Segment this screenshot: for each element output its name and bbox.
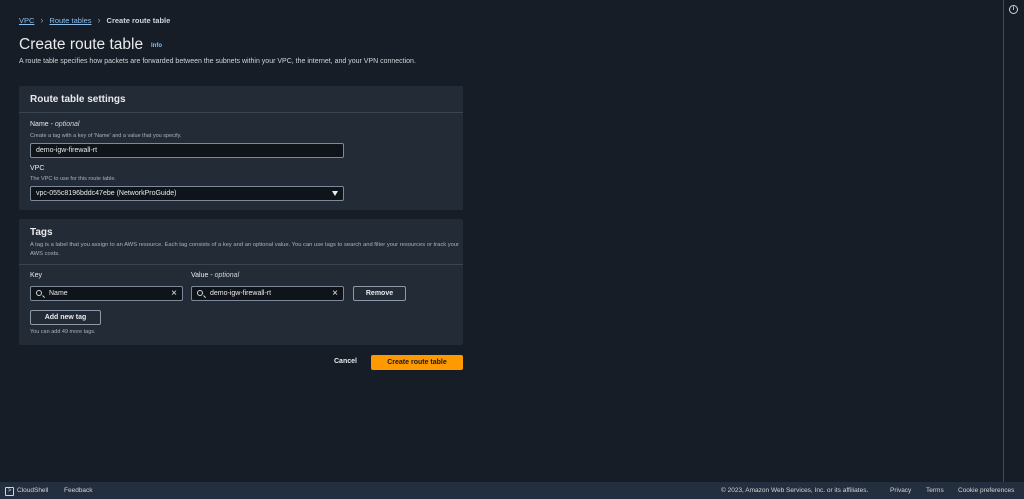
breadcrumb-current: Create route table bbox=[106, 15, 171, 25]
breadcrumb-route-tables[interactable]: Route tables bbox=[49, 16, 91, 25]
tag-limit-hint: You can add 49 more tags. bbox=[30, 329, 96, 335]
feedback-link[interactable]: Feedback bbox=[64, 487, 93, 494]
breadcrumb-vpc[interactable]: VPC bbox=[19, 16, 34, 25]
tag-key-input[interactable]: Name × bbox=[30, 286, 183, 301]
value-label-text: Value - bbox=[191, 272, 215, 279]
console-footer: > CloudShell Feedback © 2023, Amazon Web… bbox=[0, 482, 1024, 499]
name-label: Name - optional bbox=[30, 121, 79, 128]
vpc-hint: The VPC to use for this route table. bbox=[30, 176, 116, 182]
name-hint: Create a tag with a key of 'Name' and a … bbox=[30, 133, 182, 139]
panel-header: Tags A tag is a label that you assign to… bbox=[19, 219, 463, 265]
cookie-preferences-link[interactable]: Cookie preferences bbox=[958, 487, 1014, 494]
chevron-right-icon: › bbox=[40, 15, 44, 25]
page-title: Create route table bbox=[19, 36, 144, 53]
breadcrumb: VPC › Route tables › Create route table bbox=[19, 15, 170, 25]
terms-link[interactable]: Terms bbox=[926, 487, 944, 494]
route-table-settings-panel: Route table settings Name - optional Cre… bbox=[19, 86, 463, 210]
vpc-select-value: vpc-055c8196bddc47ebe (NetworkProGuide) bbox=[36, 190, 177, 197]
panel-header: Route table settings bbox=[19, 86, 463, 113]
info-panel-icon[interactable]: i bbox=[1009, 5, 1018, 14]
right-utility-bar bbox=[1003, 0, 1024, 482]
chevron-right-icon: › bbox=[97, 15, 101, 25]
cancel-button[interactable]: Cancel bbox=[334, 358, 357, 365]
copyright-text: © 2023, Amazon Web Services, Inc. or its… bbox=[721, 487, 869, 494]
value-label: Value - optional bbox=[191, 272, 239, 279]
search-icon bbox=[36, 290, 42, 296]
caret-down-icon bbox=[332, 191, 338, 196]
info-link[interactable]: Info bbox=[151, 43, 162, 49]
cloudshell-link[interactable]: CloudShell bbox=[17, 487, 48, 494]
remove-tag-button[interactable]: Remove bbox=[353, 286, 406, 301]
tag-value-value: demo-igw-firewall-rt bbox=[210, 290, 272, 297]
tags-description: A tag is a label that you assign to an A… bbox=[30, 242, 460, 257]
vpc-label: VPC bbox=[30, 165, 45, 172]
optional-text: optional bbox=[54, 121, 80, 128]
panel-title: Tags bbox=[30, 227, 53, 238]
panel-title: Route table settings bbox=[30, 94, 126, 105]
close-icon[interactable]: × bbox=[332, 288, 338, 299]
name-label-text: Name - bbox=[30, 121, 55, 128]
cloudshell-icon[interactable]: > bbox=[5, 487, 14, 496]
search-icon bbox=[197, 290, 203, 296]
name-input[interactable]: demo-igw-firewall-rt bbox=[30, 143, 344, 158]
optional-text: optional bbox=[214, 272, 240, 279]
close-icon[interactable]: × bbox=[171, 288, 177, 299]
tag-key-value: Name bbox=[49, 290, 68, 297]
tags-panel: Tags A tag is a label that you assign to… bbox=[19, 219, 463, 345]
create-route-table-button[interactable]: Create route table bbox=[371, 355, 463, 370]
privacy-link[interactable]: Privacy bbox=[890, 487, 911, 494]
key-label: Key bbox=[30, 272, 43, 279]
vpc-select[interactable]: vpc-055c8196bddc47ebe (NetworkProGuide) bbox=[30, 186, 344, 201]
add-new-tag-button[interactable]: Add new tag bbox=[30, 310, 101, 325]
page-description: A route table specifies how packets are … bbox=[19, 58, 416, 65]
tag-value-input[interactable]: demo-igw-firewall-rt × bbox=[191, 286, 344, 301]
